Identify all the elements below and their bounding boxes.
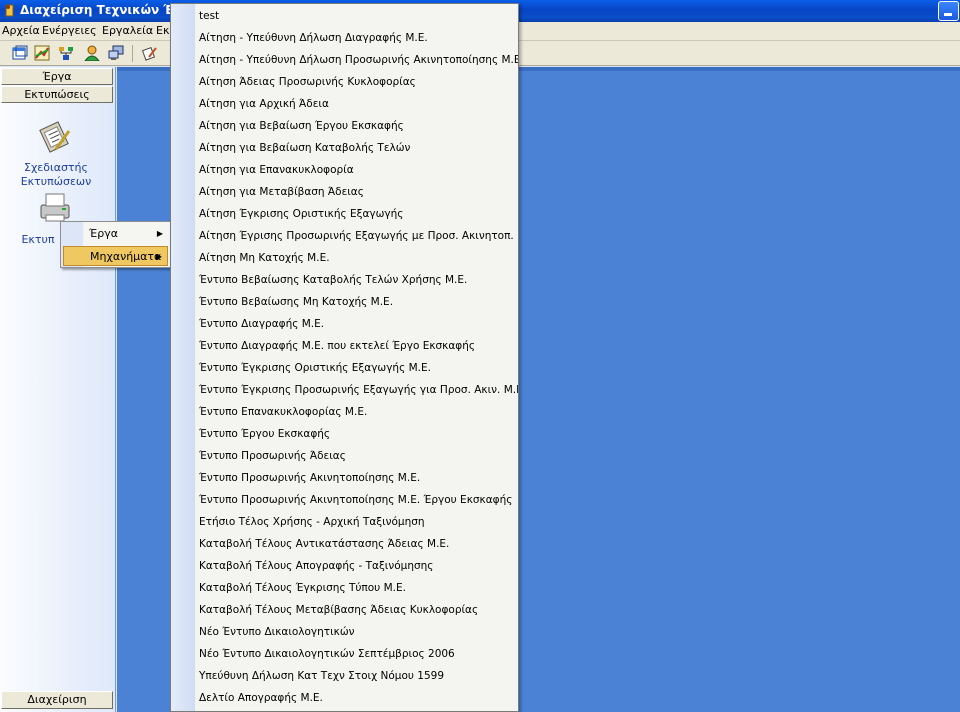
minimize-button[interactable]: [938, 1, 959, 21]
panel-item-label-line2: Εκτυπώσεων: [20, 175, 92, 188]
menu-tools[interactable]: Εργαλεία: [102, 24, 153, 37]
group-printouts[interactable]: Εκτυπώσεις: [1, 86, 113, 103]
context-item-label: Μηχανήματα: [90, 250, 162, 263]
clipboard-pencil-icon[interactable]: [38, 119, 72, 153]
toolbar-separator: [132, 45, 133, 62]
submenu-item[interactable]: Έντυπο Διαγραφής Μ.Ε. που εκτελεί Έργο Ε…: [199, 340, 475, 352]
chart-icon[interactable]: [34, 45, 50, 61]
submenu-item[interactable]: Αίτηση - Υπεύθυνη Δήλωση Διαγραφής Μ.Ε.: [199, 32, 428, 44]
management-button[interactable]: Διαχείριση: [1, 691, 113, 709]
submenu-item[interactable]: test: [199, 10, 219, 22]
menu-print[interactable]: Εκ: [156, 24, 169, 37]
panel-item-print-designer[interactable]: Σχεδιαστής Εκτυπώσεων: [6, 161, 106, 189]
submenu-item[interactable]: Έντυπο Έγκρισης Προσωρινής Εξαγωγής για …: [199, 384, 518, 396]
submenu-item[interactable]: Υπεύθυνη Δήλωση Κατ Τεχν Στοιχ Νόμου 159…: [199, 670, 444, 682]
submenu-item[interactable]: Αίτηση για Μεταβίβαση Άδειας: [199, 186, 364, 198]
submenu-item[interactable]: Καταβολή Τέλους Απογραφής - Ταξινόμησης: [199, 560, 433, 572]
submenu-item[interactable]: Καταβολή Τέλους Έγκρισης Τύπου Μ.Ε.: [199, 582, 406, 594]
context-item-label: Έργα: [89, 227, 118, 240]
submenu-item[interactable]: Έντυπο Προσωρινής Ακινητοποίησης Μ.Ε.: [199, 472, 420, 484]
submenu-gutter: [171, 4, 195, 711]
navigation-panel: Έργα Εκτυπώσεις Σχεδιαστής Εκτυπώσεων Εκ…: [0, 67, 116, 712]
network-icon[interactable]: [58, 45, 74, 61]
group-projects[interactable]: Έργα: [1, 68, 113, 85]
submenu-item[interactable]: Ετήσιο Τέλος Χρήσης - Αρχική Ταξινόμηση: [199, 516, 425, 528]
submenu-item[interactable]: Νέο Έντυπο Δικαιολογητικών: [199, 626, 355, 638]
reports-submenu: test Αίτηση - Υπεύθυνη Δήλωση Διαγραφής Μ…: [170, 3, 519, 712]
submenu-item[interactable]: Έντυπο Βεβαίωσης Καταβολής Τελών Χρήσης …: [199, 274, 467, 286]
submenu-item[interactable]: Έντυπο Έργου Εκσκαφής: [199, 428, 330, 440]
context-item-projects[interactable]: Έργα ▶: [63, 224, 168, 244]
submenu-item[interactable]: Αίτηση για Επανακυκλοφορία: [199, 164, 354, 176]
submenu-item[interactable]: Αίτηση για Αρχική Άδεια: [199, 98, 329, 110]
context-menu: Έργα ▶ Μηχανήματα ▶: [60, 221, 171, 268]
panel-item-label-line1: Σχεδιαστής: [24, 161, 88, 174]
submenu-item[interactable]: Έντυπο Προσωρινής Ακινητοποίησης Μ.Ε. Έρ…: [199, 494, 512, 506]
submenu-item[interactable]: Έντυπο Διαγραφής Μ.Ε.: [199, 318, 324, 330]
submenu-item[interactable]: Νέο Έντυπο Δικαιολογητικών Σεπτέμβριος 2…: [199, 648, 455, 660]
new-window-icon[interactable]: [12, 45, 28, 61]
submenu-item[interactable]: Έντυπο Προσωρινής Άδειας: [199, 450, 346, 462]
submenu-item[interactable]: Αίτηση Άδειας Προσωρινής Κυκλοφορίας: [199, 76, 416, 88]
menu-actions[interactable]: Ενέργειες: [42, 24, 97, 37]
edit-icon[interactable]: [142, 45, 158, 61]
printer-icon[interactable]: [38, 191, 72, 225]
submenu-arrow-icon: ▶: [155, 252, 162, 261]
user-icon[interactable]: [84, 45, 100, 61]
submenu-item[interactable]: Έντυπο Βεβαίωσης Μη Κατοχής Μ.Ε.: [199, 296, 393, 308]
submenu-item[interactable]: Αίτηση για Βεβαίωση Καταβολής Τελών: [199, 142, 410, 154]
submenu-item[interactable]: Καταβολή Τέλους Αντικατάστασης Άδειας Μ.…: [199, 538, 449, 550]
submenu-item[interactable]: Αίτηση - Υπεύθυνη Δήλωση Προσωρινής Ακιν…: [199, 54, 518, 66]
submenu-item[interactable]: Αίτηση Έγρισης Προσωρινής Εξαγωγής με Πρ…: [199, 230, 514, 242]
computers-icon[interactable]: [108, 45, 124, 61]
context-item-machines[interactable]: Μηχανήματα ▶: [63, 246, 168, 266]
submenu-item[interactable]: Αίτηση για Βεβαίωση Έργου Εκσκαφής: [199, 120, 404, 132]
app-icon: [5, 4, 14, 17]
menu-files[interactable]: Αρχεία: [2, 24, 40, 37]
submenu-item[interactable]: Έντυπο Έγκρισης Οριστικής Εξαγωγής Μ.Ε.: [199, 362, 431, 374]
submenu-item[interactable]: Αίτηση Μη Κατοχής Μ.Ε.: [199, 252, 330, 264]
window-title: Διαχείριση Τεχνικών Έργ: [20, 3, 191, 17]
submenu-item[interactable]: Καταβολή Τέλους Μεταβίβασης Άδειας Κυκλο…: [199, 604, 478, 616]
submenu-item[interactable]: Δελτίο Απογραφής Μ.Ε.: [199, 692, 323, 704]
submenu-item[interactable]: Έντυπο Επανακυκλοφορίας Μ.Ε.: [199, 406, 367, 418]
submenu-arrow-icon: ▶: [156, 229, 163, 238]
submenu-item[interactable]: Αίτηση Έγκρισης Οριστικής Εξαγωγής: [199, 208, 403, 220]
